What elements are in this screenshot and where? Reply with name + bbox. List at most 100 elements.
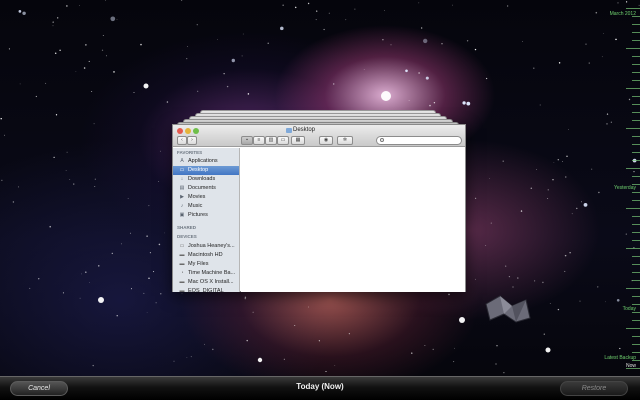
star [452,4,453,6]
column-view-icon: ▥ [268,137,274,143]
sidebar-device-item[interactable]: ▬ Mac OS X Install... [173,278,239,287]
timeline-tick[interactable] [626,328,640,329]
timeline-tick[interactable] [632,56,640,57]
sidebar-device-item[interactable]: ▬ EOS_DIGITAL [173,287,239,292]
action-button[interactable]: ✲ [337,136,353,145]
timeline-tick[interactable] [626,288,640,289]
minimize-button[interactable] [185,128,191,134]
star [140,43,142,46]
timeline-tick[interactable] [632,32,640,33]
star [382,38,384,41]
desktop-folder-content[interactable] [241,148,465,292]
sidebar-item-pictures[interactable]: ▣ Pictures [173,211,239,220]
timeline-tick[interactable] [626,208,640,209]
timeline-now-label[interactable]: Now [626,363,636,369]
zoom-button[interactable] [193,128,199,134]
timeline-tick[interactable] [632,344,640,345]
sidebar-item-applications[interactable]: A Applications [173,157,239,166]
back-button[interactable]: ‹ [177,136,187,145]
forward-button[interactable]: › [187,136,197,145]
star [294,6,297,9]
close-button[interactable] [177,128,183,134]
timeline-tick[interactable] [632,112,640,113]
timeline-tick[interactable] [632,216,640,217]
timeline-tick[interactable] [632,256,640,257]
current-snapshot-title: Today (Now) [296,382,344,391]
timeline-tick[interactable] [632,192,640,193]
timeline-tick[interactable] [626,128,640,129]
hard-drive-icon: ▬ [179,252,185,258]
pictures-icon: ▣ [179,212,185,218]
timeline-tick[interactable] [632,120,640,121]
star [53,156,55,158]
sidebar-device-item[interactable]: ▬ My Files [173,260,239,269]
timeline-tick[interactable] [632,272,640,273]
timeline-tick[interactable] [632,160,640,161]
timeline-tick[interactable] [632,80,640,81]
timeline-tick[interactable] [632,144,640,145]
sidebar-device-item[interactable]: ▬ Macintosh HD [173,251,239,260]
quicklook-button[interactable]: ◉ [319,136,333,145]
star [113,71,115,73]
timeline-tick[interactable] [632,200,640,201]
timeline-tick[interactable] [632,24,640,25]
timeline-tick[interactable] [632,304,640,305]
arrange-button[interactable]: ▦ [291,136,305,145]
sidebar-device-item[interactable]: ▭ Joshua Heaney's... [173,242,239,251]
sidebar-item-downloads[interactable]: ↓ Downloads [173,175,239,184]
timeline-tick[interactable] [632,312,640,313]
timeline-tick[interactable] [632,296,640,297]
star [571,213,573,215]
timeline-tick[interactable] [626,88,640,89]
timeline-tick[interactable] [632,176,640,177]
timeline-label[interactable]: Today [623,306,636,312]
star [569,252,571,254]
timeline-tick[interactable] [632,336,640,337]
timeline-tick[interactable] [632,232,640,233]
sidebar-device-item[interactable]: ◔ Time Machine Ba... [173,269,239,278]
timeline-tick[interactable] [632,96,640,97]
star [411,352,413,354]
timeline-tick[interactable] [632,72,640,73]
view-column-button[interactable]: ▥ [265,136,277,145]
cancel-button[interactable]: Cancel [10,381,68,396]
timeline-tick[interactable] [632,104,640,105]
restore-button[interactable]: Restore [560,381,628,396]
computer-icon: ▭ [179,243,185,249]
star [474,197,477,199]
star [3,134,6,136]
search-field[interactable] [376,136,462,145]
star [79,297,81,299]
timeline-tick[interactable] [632,152,640,153]
view-list-button[interactable]: ≡ [253,136,265,145]
star [294,324,296,327]
star [18,10,22,13]
timeline-tick[interactable] [626,248,640,249]
timeline-tick[interactable] [632,64,640,65]
view-coverflow-button[interactable]: ▭ [277,136,289,145]
timeline-tick[interactable] [632,136,640,137]
timeline-tick[interactable] [632,40,640,41]
timeline-tick[interactable] [632,240,640,241]
view-icon-button[interactable]: ▪ [241,136,253,145]
star [453,361,455,363]
timeline-tick[interactable] [632,264,640,265]
sidebar-item-music[interactable]: ♪ Music [173,202,239,211]
timeline-tick[interactable] [632,224,640,225]
backup-timeline[interactable]: March 2012 Yesterday Today Latest Backup Now [600,0,640,372]
sidebar-item-desktop[interactable]: ▭ Desktop [173,166,239,175]
sidebar-item-documents[interactable]: ▤ Documents [173,184,239,193]
timeline-label[interactable]: March 2012 [610,11,636,17]
star [328,12,330,14]
sidebar-item-movies[interactable]: ▶ Movies [173,193,239,202]
timeline-tick[interactable] [626,48,640,49]
timeline-tick[interactable] [632,320,640,321]
window-titlebar: Desktop ‹ › ▪ ≡ ▥ ▭ ▦ ◉ ✲ [173,125,465,147]
timeline-label[interactable]: Latest Backup [604,355,636,361]
timeline-tick[interactable] [626,8,640,9]
timeline-label[interactable]: Yesterday [614,185,636,191]
timeline-tick[interactable] [632,352,640,353]
timeline-tick[interactable] [632,280,640,281]
timeline-tick[interactable] [626,168,640,169]
star [466,40,469,42]
